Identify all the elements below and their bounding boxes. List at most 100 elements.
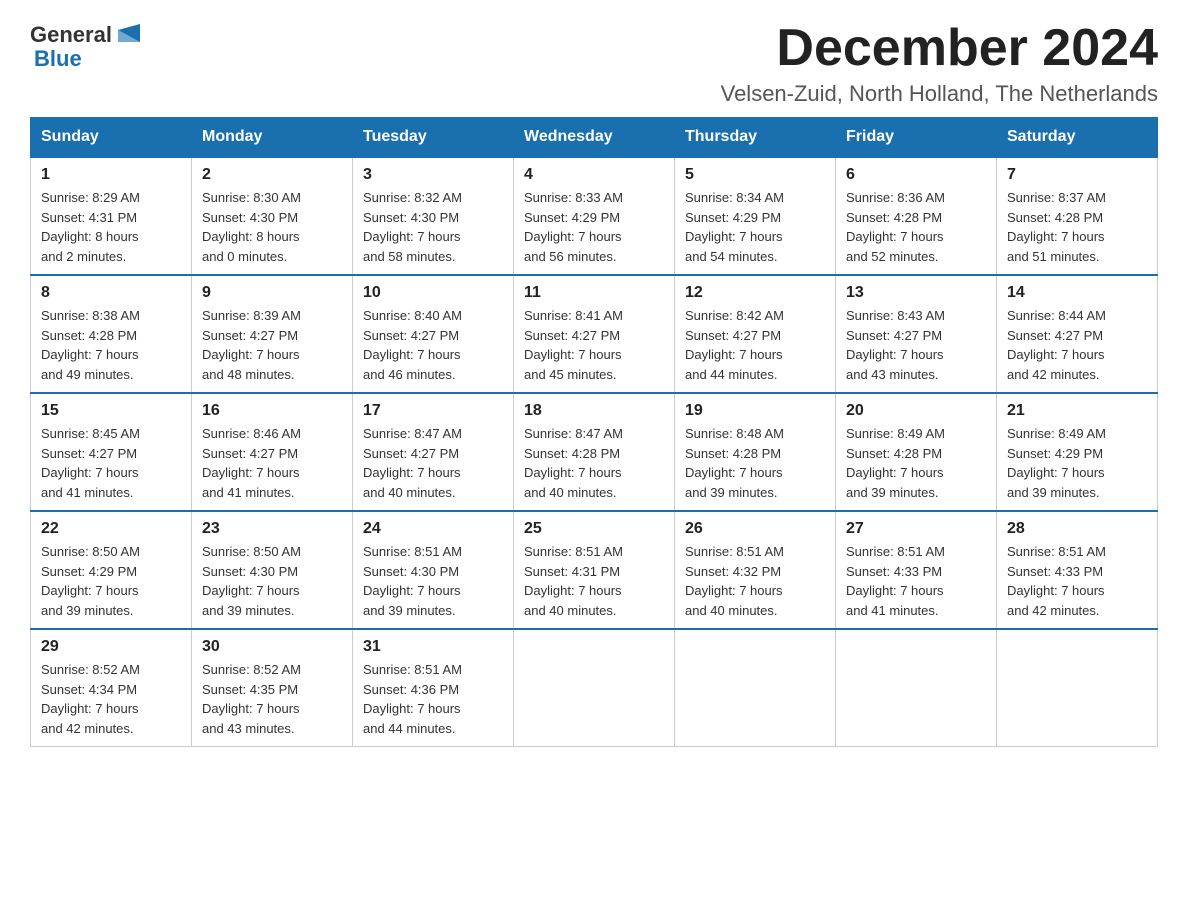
week-row-1: 1 Sunrise: 8:29 AMSunset: 4:31 PMDaylight… <box>31 157 1158 275</box>
location-subtitle: Velsen-Zuid, North Holland, The Netherla… <box>721 81 1158 107</box>
empty-cell <box>997 629 1158 747</box>
day-info: Sunrise: 8:47 AMSunset: 4:27 PMDaylight:… <box>363 424 503 502</box>
day-number: 12 <box>685 284 825 302</box>
day-number: 23 <box>202 520 342 538</box>
day-info: Sunrise: 8:46 AMSunset: 4:27 PMDaylight:… <box>202 424 342 502</box>
day-cell-12: 12 Sunrise: 8:42 AMSunset: 4:27 PMDayligh… <box>675 275 836 393</box>
day-cell-31: 31 Sunrise: 8:51 AMSunset: 4:36 PMDayligh… <box>353 629 514 747</box>
day-info: Sunrise: 8:29 AMSunset: 4:31 PMDaylight:… <box>41 188 181 266</box>
day-number: 1 <box>41 166 181 184</box>
day-number: 22 <box>41 520 181 538</box>
day-number: 31 <box>363 638 503 656</box>
days-header-row: SundayMondayTuesdayWednesdayThursdayFrid… <box>31 118 1158 158</box>
day-info: Sunrise: 8:48 AMSunset: 4:28 PMDaylight:… <box>685 424 825 502</box>
day-number: 24 <box>363 520 503 538</box>
day-info: Sunrise: 8:51 AMSunset: 4:32 PMDaylight:… <box>685 542 825 620</box>
day-cell-23: 23Sunrise: 8:50 AMSunset: 4:30 PMDayligh… <box>192 511 353 629</box>
week-row-4: 22 Sunrise: 8:50 AMSunset: 4:29 PMDayligh… <box>31 511 1158 629</box>
header-saturday: Saturday <box>997 118 1158 158</box>
logo-text-general: General <box>30 22 112 48</box>
day-info: Sunrise: 8:52 AMSunset: 4:34 PMDaylight:… <box>41 660 181 738</box>
week-row-2: 8 Sunrise: 8:38 AMSunset: 4:28 PMDaylight… <box>31 275 1158 393</box>
logo-text-blue: Blue <box>34 46 82 71</box>
day-info: Sunrise: 8:51 AMSunset: 4:31 PMDaylight:… <box>524 542 664 620</box>
header-sunday: Sunday <box>31 118 192 158</box>
day-cell-15: 15 Sunrise: 8:45 AMSunset: 4:27 PMDayligh… <box>31 393 192 511</box>
day-cell-25: 25 Sunrise: 8:51 AMSunset: 4:31 PMDayligh… <box>514 511 675 629</box>
day-number: 8 <box>41 284 181 302</box>
day-cell-30: 30 Sunrise: 8:52 AMSunset: 4:35 PMDayligh… <box>192 629 353 747</box>
empty-cell <box>836 629 997 747</box>
day-info: Sunrise: 8:30 AMSunset: 4:30 PMDaylight:… <box>202 188 342 266</box>
day-number: 7 <box>1007 166 1147 184</box>
day-number: 19 <box>685 402 825 420</box>
logo-icon <box>114 20 144 50</box>
header-friday: Friday <box>836 118 997 158</box>
day-number: 16 <box>202 402 342 420</box>
day-cell-26: 26 Sunrise: 8:51 AMSunset: 4:32 PMDayligh… <box>675 511 836 629</box>
day-info: Sunrise: 8:34 AMSunset: 4:29 PMDaylight:… <box>685 188 825 266</box>
day-cell-14: 14Sunrise: 8:44 AMSunset: 4:27 PMDayligh… <box>997 275 1158 393</box>
day-number: 9 <box>202 284 342 302</box>
day-cell-3: 3 Sunrise: 8:32 AMSunset: 4:30 PMDaylight… <box>353 157 514 275</box>
day-number: 11 <box>524 284 664 302</box>
day-cell-2: 2Sunrise: 8:30 AMSunset: 4:30 PMDaylight… <box>192 157 353 275</box>
day-info: Sunrise: 8:43 AMSunset: 4:27 PMDaylight:… <box>846 306 986 384</box>
day-number: 20 <box>846 402 986 420</box>
empty-cell <box>514 629 675 747</box>
day-number: 30 <box>202 638 342 656</box>
day-info: Sunrise: 8:33 AMSunset: 4:29 PMDaylight:… <box>524 188 664 266</box>
day-info: Sunrise: 8:50 AMSunset: 4:29 PMDaylight:… <box>41 542 181 620</box>
day-cell-21: 21 Sunrise: 8:49 AMSunset: 4:29 PMDayligh… <box>997 393 1158 511</box>
day-info: Sunrise: 8:37 AMSunset: 4:28 PMDaylight:… <box>1007 188 1147 266</box>
week-row-3: 15 Sunrise: 8:45 AMSunset: 4:27 PMDayligh… <box>31 393 1158 511</box>
day-cell-28: 28Sunrise: 8:51 AMSunset: 4:33 PMDayligh… <box>997 511 1158 629</box>
day-cell-6: 6Sunrise: 8:36 AMSunset: 4:28 PMDaylight… <box>836 157 997 275</box>
month-year-title: December 2024 <box>721 20 1158 77</box>
day-number: 25 <box>524 520 664 538</box>
day-cell-27: 27 Sunrise: 8:51 AMSunset: 4:33 PMDayligh… <box>836 511 997 629</box>
day-info: Sunrise: 8:38 AMSunset: 4:28 PMDaylight:… <box>41 306 181 384</box>
day-number: 3 <box>363 166 503 184</box>
day-info: Sunrise: 8:47 AMSunset: 4:28 PMDaylight:… <box>524 424 664 502</box>
day-info: Sunrise: 8:49 AMSunset: 4:29 PMDaylight:… <box>1007 424 1147 502</box>
logo: General Blue <box>30 20 144 72</box>
header-monday: Monday <box>192 118 353 158</box>
day-info: Sunrise: 8:41 AMSunset: 4:27 PMDaylight:… <box>524 306 664 384</box>
day-number: 27 <box>846 520 986 538</box>
day-cell-11: 11 Sunrise: 8:41 AMSunset: 4:27 PMDayligh… <box>514 275 675 393</box>
day-cell-8: 8 Sunrise: 8:38 AMSunset: 4:28 PMDaylight… <box>31 275 192 393</box>
day-info: Sunrise: 8:51 AMSunset: 4:33 PMDaylight:… <box>846 542 986 620</box>
day-number: 29 <box>41 638 181 656</box>
day-cell-9: 9Sunrise: 8:39 AMSunset: 4:27 PMDaylight… <box>192 275 353 393</box>
day-info: Sunrise: 8:51 AMSunset: 4:36 PMDaylight:… <box>363 660 503 738</box>
day-cell-4: 4 Sunrise: 8:33 AMSunset: 4:29 PMDaylight… <box>514 157 675 275</box>
day-info: Sunrise: 8:40 AMSunset: 4:27 PMDaylight:… <box>363 306 503 384</box>
title-block: December 2024 Velsen-Zuid, North Holland… <box>721 20 1158 107</box>
day-number: 26 <box>685 520 825 538</box>
day-number: 18 <box>524 402 664 420</box>
calendar-table: SundayMondayTuesdayWednesdayThursdayFrid… <box>30 117 1158 747</box>
day-info: Sunrise: 8:42 AMSunset: 4:27 PMDaylight:… <box>685 306 825 384</box>
day-info: Sunrise: 8:44 AMSunset: 4:27 PMDaylight:… <box>1007 306 1147 384</box>
day-info: Sunrise: 8:32 AMSunset: 4:30 PMDaylight:… <box>363 188 503 266</box>
day-cell-13: 13 Sunrise: 8:43 AMSunset: 4:27 PMDayligh… <box>836 275 997 393</box>
page-header: General Blue December 2024 Velsen-Zuid, … <box>30 20 1158 107</box>
day-cell-24: 24Sunrise: 8:51 AMSunset: 4:30 PMDayligh… <box>353 511 514 629</box>
day-number: 17 <box>363 402 503 420</box>
day-number: 13 <box>846 284 986 302</box>
day-number: 4 <box>524 166 664 184</box>
day-number: 15 <box>41 402 181 420</box>
day-info: Sunrise: 8:45 AMSunset: 4:27 PMDaylight:… <box>41 424 181 502</box>
day-cell-7: 7 Sunrise: 8:37 AMSunset: 4:28 PMDaylight… <box>997 157 1158 275</box>
day-cell-29: 29 Sunrise: 8:52 AMSunset: 4:34 PMDayligh… <box>31 629 192 747</box>
day-cell-16: 16 Sunrise: 8:46 AMSunset: 4:27 PMDayligh… <box>192 393 353 511</box>
day-number: 5 <box>685 166 825 184</box>
day-cell-20: 20Sunrise: 8:49 AMSunset: 4:28 PMDayligh… <box>836 393 997 511</box>
day-cell-22: 22 Sunrise: 8:50 AMSunset: 4:29 PMDayligh… <box>31 511 192 629</box>
day-number: 21 <box>1007 402 1147 420</box>
header-wednesday: Wednesday <box>514 118 675 158</box>
day-cell-5: 5 Sunrise: 8:34 AMSunset: 4:29 PMDaylight… <box>675 157 836 275</box>
day-info: Sunrise: 8:52 AMSunset: 4:35 PMDaylight:… <box>202 660 342 738</box>
day-number: 10 <box>363 284 503 302</box>
